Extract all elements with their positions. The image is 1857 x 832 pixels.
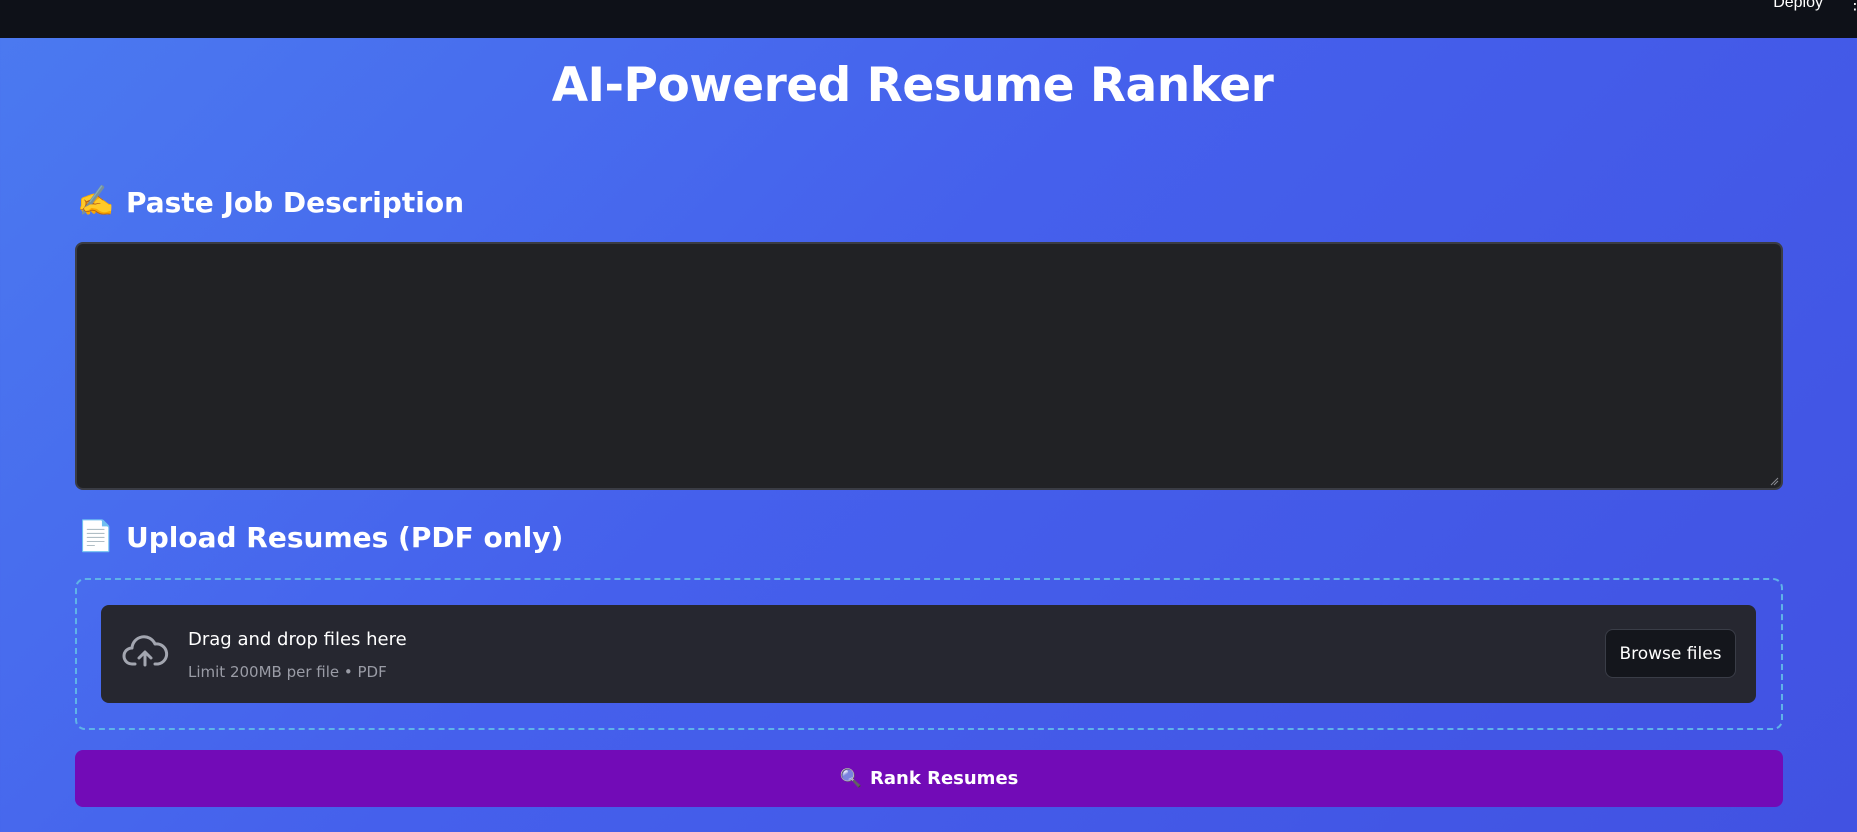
cloud-upload-icon — [122, 635, 169, 667]
kebab-menu-icon[interactable]: ⋮ — [1847, 0, 1857, 12]
upload-resumes-heading: 📄 Upload Resumes (PDF only) — [77, 519, 564, 555]
job-description-heading-label: Paste Job Description — [126, 185, 464, 219]
document-icon: 📄 — [77, 519, 115, 554]
page-title: AI-Powered Resume Ranker — [551, 58, 1274, 113]
resize-grip-icon[interactable] — [1769, 476, 1779, 486]
rank-resumes-label: Rank Resumes — [870, 768, 1019, 789]
file-dropzone[interactable]: Drag and drop files here Limit 200MB per… — [101, 605, 1756, 703]
writing-hand-icon: ✍️ — [77, 184, 115, 219]
rank-resumes-button[interactable]: 🔍 Rank Resumes — [75, 750, 1783, 807]
magnifier-icon: 🔍 — [839, 768, 863, 789]
dropzone-limit-text: Limit 200MB per file • PDF — [188, 663, 387, 681]
job-description-field-wrapper — [75, 242, 1783, 490]
browse-files-button[interactable]: Browse files — [1605, 629, 1736, 678]
job-description-heading: ✍️ Paste Job Description — [77, 184, 464, 220]
upload-resumes-heading-label: Upload Resumes (PDF only) — [126, 520, 564, 554]
deploy-button[interactable]: Deploy — [1773, 0, 1823, 12]
dropzone-title: Drag and drop files here — [188, 629, 407, 650]
job-description-textarea[interactable] — [77, 244, 1781, 488]
top-toolbar: Deploy ⋮ — [0, 0, 1857, 38]
